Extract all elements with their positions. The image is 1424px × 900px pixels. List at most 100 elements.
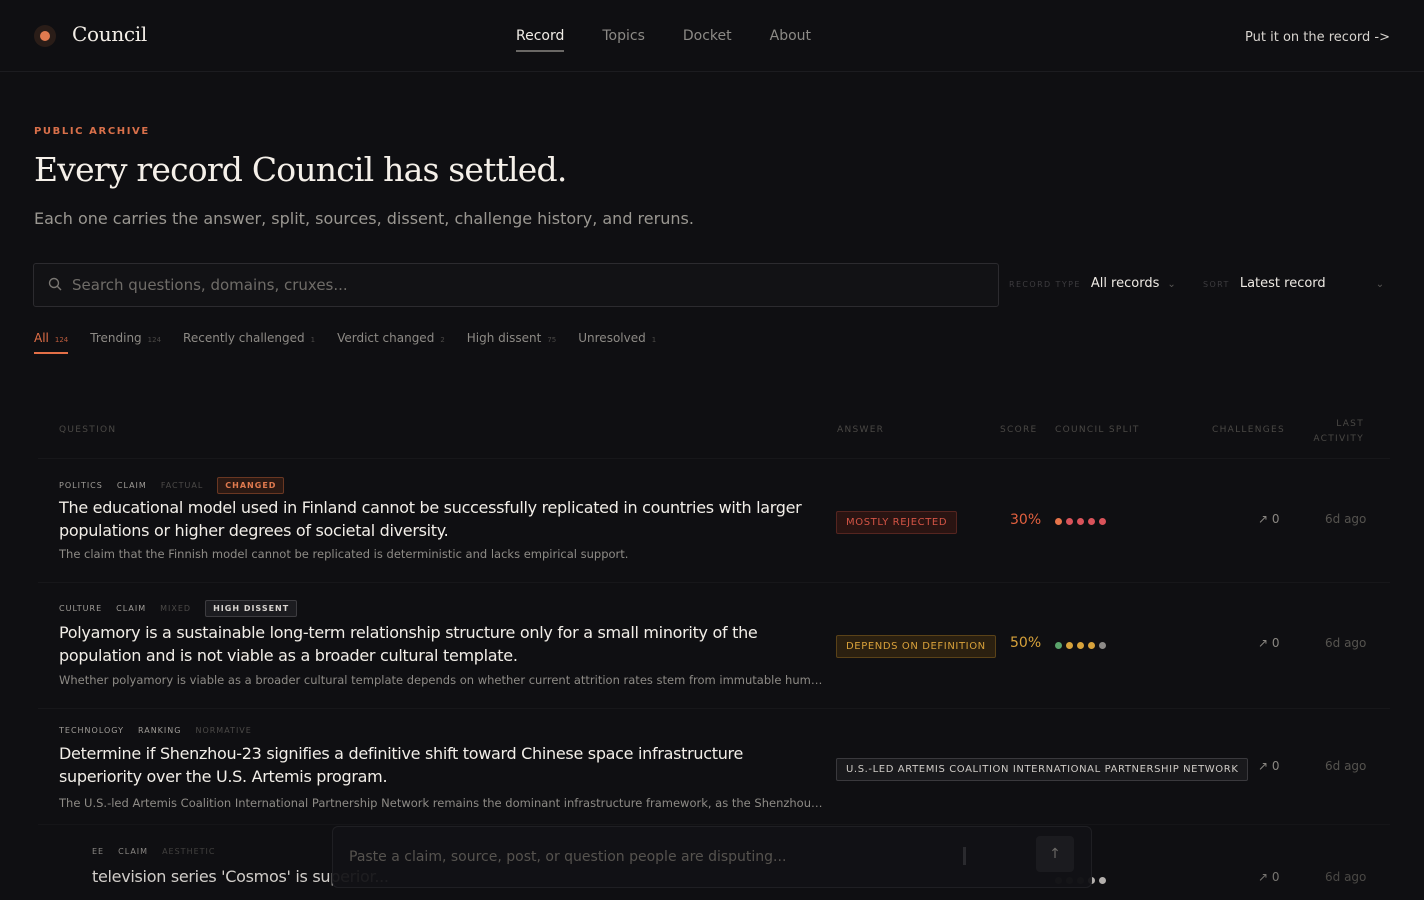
nature-tag: FACTUAL <box>160 481 204 490</box>
tab-label: Recently challenged <box>183 331 305 345</box>
tab-high-dissent[interactable]: High dissent 75 <box>467 331 556 354</box>
sort-select[interactable]: SORT Latest record ⌄ <box>1203 276 1384 291</box>
search-box <box>33 263 999 307</box>
council-split-dots <box>1055 518 1106 525</box>
main-nav: Record Topics Docket About <box>516 28 811 52</box>
eyebrow-label: PUBLIC ARCHIVE <box>34 126 150 137</box>
sort-label: SORT <box>1203 280 1230 289</box>
nav-record[interactable]: Record <box>516 28 565 52</box>
nature-tag: NORMATIVE <box>195 726 252 735</box>
tab-count: 1 <box>651 336 657 344</box>
split-dot <box>1055 642 1062 649</box>
col-score: SCORE <box>1000 425 1038 435</box>
kind-tag: CLAIM <box>118 847 149 856</box>
table-row[interactable]: POLITICS CLAIM FACTUAL CHANGED The educa… <box>38 458 1390 580</box>
page-title: Every record Council has settled. <box>34 150 567 189</box>
challenges-count: ↗ 0 <box>1258 512 1280 526</box>
search-icon <box>48 277 62 291</box>
answer-summary: Whether polyamory is viable as a broader… <box>59 673 824 687</box>
tab-label: High dissent <box>466 331 542 345</box>
tab-verdict-changed[interactable]: Verdict changed 2 <box>337 331 445 354</box>
score-value: 50% <box>1010 635 1042 651</box>
table-row[interactable]: CULTURE CLAIM MIXED HIGH DISSENT Polyamo… <box>38 582 1390 706</box>
chevron-down-icon: ⌄ <box>1375 279 1385 290</box>
arrow-up-icon: ↑ <box>1049 846 1061 862</box>
last-activity: 6d ago <box>1325 759 1367 773</box>
answer-badge: U.S.-LED ARTEMIS COALITION INTERNATIONAL… <box>836 758 1249 781</box>
challenges-count: ↗ 0 <box>1258 636 1280 650</box>
answer-summary: The U.S.-led Artemis Coalition Internati… <box>59 796 824 810</box>
split-dot <box>1088 642 1095 649</box>
split-dot <box>1077 518 1084 525</box>
page-subtitle: Each one carries the answer, split, sour… <box>34 209 694 228</box>
nav-about[interactable]: About <box>770 28 811 52</box>
answer-badge: MOSTLY REJECTED <box>836 511 958 534</box>
top-navigation-bar: Council Record Topics Docket About Put i… <box>0 0 1424 72</box>
record-filter-tabs: All 124 Trending 124 Recently challenged 1 … <box>34 331 656 354</box>
domain-tag: POLITICS <box>59 481 103 490</box>
split-dot <box>1066 642 1073 649</box>
last-activity: 6d ago <box>1325 636 1367 650</box>
composer-divider <box>963 847 966 865</box>
tab-count: 2 <box>440 336 445 344</box>
high-dissent-badge: HIGH DISSENT <box>205 600 298 617</box>
tab-label: Trending <box>90 331 142 345</box>
dispute-composer: ↑ <box>332 826 1092 888</box>
table-header: QUESTION ANSWER SCORE COUNCIL SPLIT CHAL… <box>0 416 1424 456</box>
last-activity: 6d ago <box>1325 870 1367 884</box>
kind-tag: RANKING <box>137 726 182 735</box>
row-tags: EE CLAIM AESTHETIC <box>92 847 215 856</box>
nature-tag: MIXED <box>160 604 192 613</box>
search-input[interactable] <box>72 264 972 306</box>
council-logo-icon[interactable] <box>34 25 56 47</box>
split-dot <box>1099 642 1106 649</box>
challenges-count: ↗ 0 <box>1258 870 1280 884</box>
record-type-select[interactable]: RECORD TYPE All records ⌄ <box>1009 276 1176 291</box>
changed-badge: CHANGED <box>217 477 285 494</box>
col-challenges: CHALLENGES <box>1212 425 1286 435</box>
composer-input[interactable] <box>349 845 949 869</box>
tab-label: Verdict changed <box>337 331 435 345</box>
col-council-split: COUNCIL SPLIT <box>1055 425 1140 435</box>
domain-tag: TECHNOLOGY <box>59 726 124 735</box>
tab-count: 124 <box>147 336 162 344</box>
split-dot <box>1088 518 1095 525</box>
last-activity: 6d ago <box>1325 512 1367 526</box>
domain-tag: EE <box>92 847 105 856</box>
table-row[interactable]: TECHNOLOGY RANKING NORMATIVE Determine i… <box>38 708 1390 822</box>
row-tags: POLITICS CLAIM FACTUAL CHANGED <box>59 477 285 494</box>
nav-topics[interactable]: Topics <box>602 28 645 52</box>
row-tags: CULTURE CLAIM MIXED HIGH DISSENT <box>59 600 298 617</box>
question-text[interactable]: The educational model used in Finland ca… <box>59 496 819 542</box>
domain-tag: CULTURE <box>59 604 103 613</box>
submit-arrow-button[interactable]: ↑ <box>1036 836 1074 872</box>
tab-recently-challenged[interactable]: Recently challenged 1 <box>183 331 315 354</box>
tab-count: 75 <box>547 336 557 344</box>
col-answer: ANSWER <box>837 425 885 435</box>
brand-name[interactable]: Council <box>72 22 147 46</box>
challenges-count: ↗ 0 <box>1258 759 1280 773</box>
put-on-record-link[interactable]: Put it on the record -> <box>1245 30 1390 45</box>
answer-summary: The claim that the Finnish model cannot … <box>59 547 629 561</box>
tab-trending[interactable]: Trending 124 <box>90 331 161 354</box>
sort-value: Latest record <box>1239 276 1326 291</box>
split-dot <box>1099 518 1106 525</box>
tab-label: Unresolved <box>578 331 646 345</box>
council-split-dots <box>1055 642 1106 649</box>
tab-count: 1 <box>310 336 316 344</box>
nav-docket[interactable]: Docket <box>683 28 732 52</box>
kind-tag: CLAIM <box>116 604 147 613</box>
split-dot <box>1055 518 1062 525</box>
question-text[interactable]: Determine if Shenzhou-23 signifies a def… <box>59 742 819 788</box>
question-text[interactable]: Polyamory is a sustainable long-term rel… <box>59 621 819 667</box>
record-type-value: All records <box>1090 276 1160 291</box>
split-dot <box>1066 518 1073 525</box>
answer-badge: DEPENDS ON DEFINITION <box>836 635 996 658</box>
tab-all[interactable]: All 124 <box>34 331 69 354</box>
split-dot <box>1077 642 1084 649</box>
kind-tag: CLAIM <box>116 481 147 490</box>
row-tags: TECHNOLOGY RANKING NORMATIVE <box>59 726 252 735</box>
tab-label: All <box>34 331 49 345</box>
nature-tag: AESTHETIC <box>162 847 216 856</box>
tab-unresolved[interactable]: Unresolved 1 <box>578 331 656 354</box>
